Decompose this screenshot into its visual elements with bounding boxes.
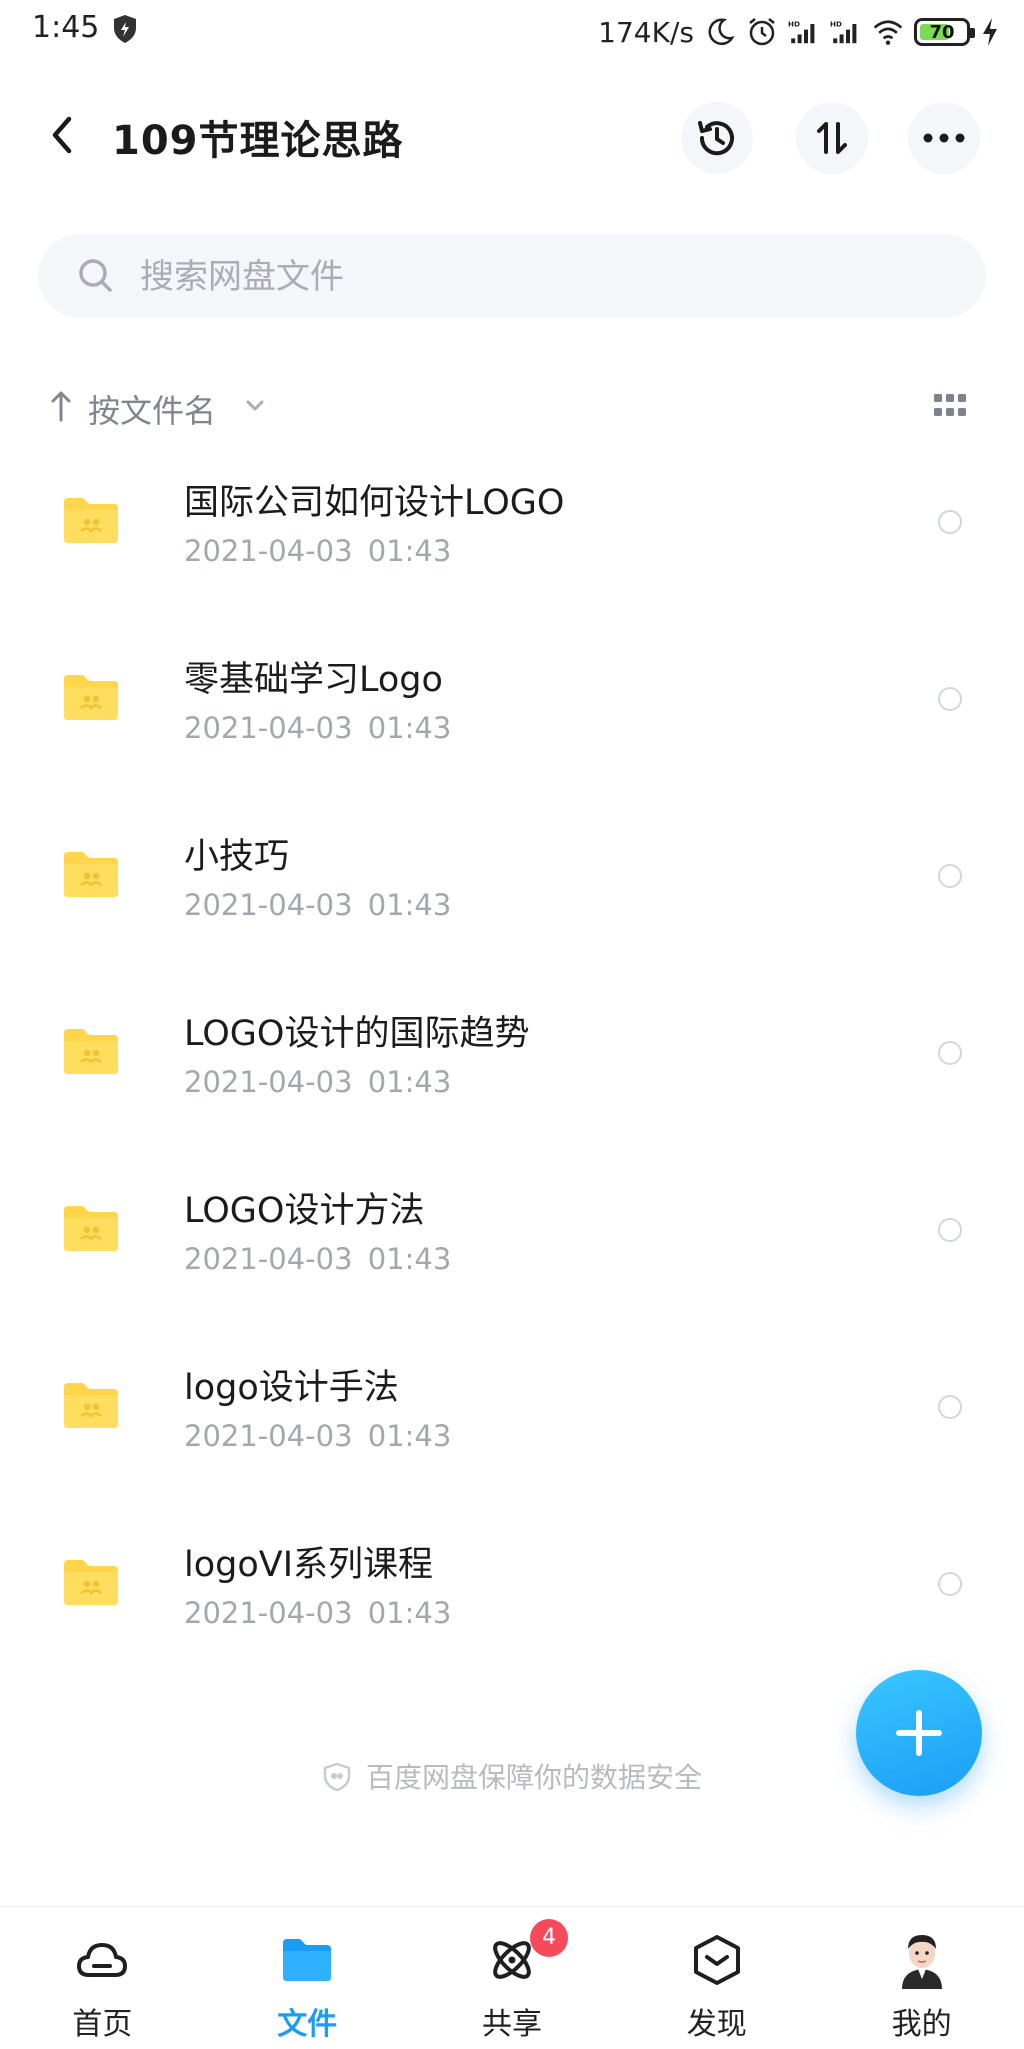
signal-hd-icon: HD: [788, 19, 815, 44]
chevron-down-icon[interactable]: [244, 396, 266, 416]
shared-folder-icon: [64, 852, 118, 897]
list-item[interactable]: 国际公司如何设计LOGO 2021-04-03 01:43: [0, 440, 1024, 617]
sort-row: 按文件名: [0, 378, 1024, 434]
shared-folder-icon: [64, 1560, 118, 1605]
list-item[interactable]: 小技巧 2021-04-03 01:43: [0, 794, 1024, 971]
nav-label-discover: 发现: [686, 2007, 747, 2042]
page-title: 109节理论思路: [112, 118, 404, 164]
grid-view-icon[interactable]: [932, 392, 968, 420]
file-name: 小技巧: [184, 837, 290, 877]
file-name: LOGO设计方法: [184, 1191, 425, 1231]
search-input[interactable]: [138, 248, 942, 306]
nav-share[interactable]: 共享: [410, 1907, 615, 2049]
chevron-left-icon: [52, 116, 72, 154]
sort-by-name-label[interactable]: 按文件名: [88, 386, 216, 432]
vpn-shield-icon: [114, 15, 136, 43]
moon-icon: [708, 18, 735, 45]
bottom-nav: 首页 文件 共享 发现 我的 4: [0, 1906, 1024, 2049]
nav-me[interactable]: 我的: [819, 1907, 1024, 2049]
list-item[interactable]: 零基础学习Logo 2021-04-03 01:43: [0, 617, 1024, 794]
file-name: 国际公司如何设计LOGO: [184, 483, 565, 523]
status-right: 174K/s HD HD 70: [598, 10, 1000, 54]
alarm-icon: [749, 18, 775, 46]
select-checkbox[interactable]: [938, 864, 962, 888]
nav-discover[interactable]: 发现: [614, 1907, 819, 2049]
shared-folder-icon: [64, 498, 118, 543]
cloud-icon: [77, 1943, 128, 1977]
shared-folder-icon: [64, 1029, 118, 1074]
file-date: 2021-04-03 01:43: [184, 1065, 452, 1099]
file-list: 国际公司如何设计LOGO 2021-04-03 01:43 零基础学习Logo …: [0, 440, 1024, 1679]
nav-label-files: 文件: [277, 2007, 338, 2042]
list-item[interactable]: logo设计手法 2021-04-03 01:43: [0, 1325, 1024, 1502]
history-icon: [698, 121, 734, 156]
sort-updown-icon: [817, 122, 847, 154]
file-date: 2021-04-03 01:43: [184, 1242, 452, 1276]
nav-home[interactable]: 首页: [0, 1907, 205, 2049]
nav-label-me: 我的: [891, 2007, 952, 2042]
select-checkbox[interactable]: [938, 687, 962, 711]
battery-percent: 70: [929, 21, 955, 43]
status-time: 1:45: [32, 10, 100, 45]
search-icon: [79, 259, 112, 292]
file-date: 2021-04-03 01:43: [184, 711, 452, 745]
battery-cap: [970, 28, 975, 38]
nav-files[interactable]: 文件: [205, 1907, 410, 2049]
signal-hd-icon-2: HD: [830, 19, 857, 44]
header: 109节理论思路: [0, 92, 1024, 178]
nav-label-share: 共享: [481, 2007, 542, 2042]
list-item[interactable]: LOGO设计方法 2021-04-03 01:43: [0, 1148, 1024, 1325]
file-name: logoVI系列课程: [184, 1545, 434, 1585]
shared-folder-icon: [64, 1206, 118, 1251]
file-name: 零基础学习Logo: [184, 660, 443, 700]
security-note: 百度网盘保障你的数据安全: [0, 1756, 1024, 1796]
file-date: 2021-04-03 01:43: [184, 1419, 452, 1453]
list-item[interactable]: LOGO设计的国际趋势 2021-04-03 01:43: [0, 971, 1024, 1148]
shared-folder-icon: [64, 675, 118, 720]
sort-button[interactable]: [796, 102, 868, 174]
folder-icon: [283, 1939, 332, 1981]
select-checkbox[interactable]: [938, 1041, 962, 1065]
charging-bolt-icon: [983, 18, 997, 46]
more-button[interactable]: [908, 102, 980, 174]
share-badge: 4: [530, 1919, 568, 1957]
security-shield-icon: [323, 1762, 351, 1792]
file-date: 2021-04-03 01:43: [184, 534, 452, 568]
file-name: LOGO设计的国际趋势: [184, 1014, 530, 1054]
svg-text:HD: HD: [830, 19, 842, 28]
file-date: 2021-04-03 01:43: [184, 1596, 452, 1630]
wifi-icon: [873, 20, 903, 45]
select-checkbox[interactable]: [938, 510, 962, 534]
list-item[interactable]: logoVI系列课程 2021-04-03 01:43: [0, 1502, 1024, 1679]
select-checkbox[interactable]: [938, 1218, 962, 1242]
battery-indicator: 70: [914, 18, 975, 46]
select-checkbox[interactable]: [938, 1395, 962, 1419]
nav-label-home: 首页: [72, 2007, 133, 2042]
back-button[interactable]: [40, 110, 84, 160]
plus-icon: [896, 1710, 942, 1756]
shared-folder-icon: [64, 1383, 118, 1428]
avatar-icon: [901, 1935, 942, 1989]
search-bar[interactable]: [38, 234, 986, 318]
history-button[interactable]: [681, 102, 753, 174]
file-date: 2021-04-03 01:43: [184, 888, 452, 922]
discover-box-icon: [693, 1935, 740, 1985]
select-checkbox[interactable]: [938, 1572, 962, 1596]
status-bar: 1:45 174K/s HD HD 70: [0, 0, 1024, 64]
network-speed: 174K/s: [598, 15, 694, 49]
arrow-up-icon[interactable]: [48, 388, 74, 424]
file-name: logo设计手法: [184, 1368, 399, 1408]
svg-text:HD: HD: [788, 19, 800, 28]
more-icon: [923, 133, 965, 143]
security-note-text: 百度网盘保障你的数据安全: [365, 1761, 702, 1794]
